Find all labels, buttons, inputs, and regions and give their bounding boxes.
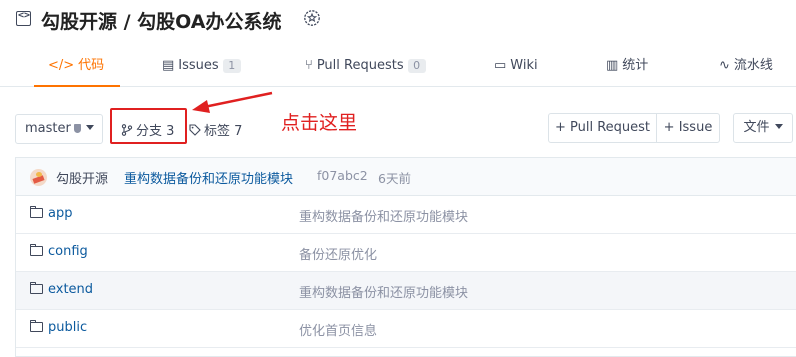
chevron-down-icon: [774, 124, 783, 129]
repo-tabs: </> 代码 ▤ Issues 1 ⑂ Pull Requests 0 ▭ Wiki ▥ 统计…: [0, 48, 796, 87]
folder-icon: [29, 282, 43, 294]
recommended-badge-icon: [304, 10, 320, 26]
file-table: 勾股开源 重构数据备份和还原功能模块 f07abc2 6天前 app 重构数据备…: [15, 157, 796, 357]
avatar[interactable]: [30, 169, 47, 186]
file-commit-message[interactable]: 重构数据备份和还原功能模块: [299, 282, 468, 301]
tab-code[interactable]: </> 代码: [33, 48, 121, 87]
code-icon: </>: [48, 58, 75, 73]
commit-time: 6天前: [378, 171, 411, 186]
stats-icon: ▥: [606, 58, 619, 73]
issues-count-badge: 1: [222, 59, 241, 73]
tab-wiki[interactable]: ▭ Wiki: [494, 48, 538, 85]
tab-pull-requests[interactable]: ⑂ Pull Requests 0: [305, 48, 426, 85]
tag-icon: [189, 124, 201, 136]
folder-icon: [29, 244, 43, 256]
tab-issues[interactable]: ▤ Issues 1: [162, 48, 241, 85]
latest-commit-bar: 勾股开源 重构数据备份和还原功能模块 f07abc2 6天前: [16, 158, 796, 196]
file-commit-message[interactable]: 重构数据备份和还原功能模块: [299, 206, 468, 225]
repo-title[interactable]: 勾股开源 / 勾股OA办公系统: [41, 7, 282, 34]
new-pull-request-button[interactable]: + Pull Request: [548, 113, 657, 143]
wiki-icon: ▭: [494, 58, 507, 73]
tags-link[interactable]: 标签 7: [189, 120, 242, 139]
table-row[interactable]: extend 重构数据备份和还原功能模块: [16, 272, 796, 310]
issues-icon: ▤: [162, 58, 175, 73]
table-row[interactable]: config 备份还原优化: [16, 234, 796, 272]
repo-header: <> 勾股开源 / 勾股OA办公系统: [0, 0, 796, 40]
branch-select[interactable]: master: [15, 114, 103, 144]
folder-icon: [29, 320, 43, 332]
commit-sha[interactable]: f07abc2: [317, 168, 368, 183]
file-commit-message[interactable]: 备份还原优化: [299, 244, 377, 263]
file-name[interactable]: config: [48, 244, 88, 259]
pull-request-icon: ⑂: [305, 58, 313, 73]
repository-icon: <>: [16, 10, 31, 26]
files-dropdown-button[interactable]: 文件: [733, 113, 793, 143]
annotation-highlight-box: [110, 108, 187, 144]
tab-pipeline[interactable]: ∿ 流水线: [719, 48, 773, 85]
file-commit-message[interactable]: 优化首页信息: [299, 320, 377, 339]
folder-icon: [29, 206, 43, 218]
file-name[interactable]: app: [48, 206, 72, 221]
table-row[interactable]: public 优化首页信息: [16, 310, 796, 348]
chevron-down-icon: [85, 125, 94, 130]
pull-requests-count-badge: 0: [407, 59, 426, 73]
file-name[interactable]: extend: [48, 282, 93, 297]
table-row[interactable]: app 重构数据备份和还原功能模块: [16, 196, 796, 234]
tab-stats[interactable]: ▥ 统计: [606, 48, 648, 85]
annotation-arrow-icon: [192, 91, 273, 113]
commit-message[interactable]: 重构数据备份和还原功能模块: [124, 168, 293, 187]
commit-author[interactable]: 勾股开源: [56, 168, 108, 187]
pipeline-icon: ∿: [719, 58, 730, 73]
file-name[interactable]: public: [48, 320, 87, 335]
annotation-text: 点击这里: [281, 112, 358, 134]
protected-branch-icon: [73, 124, 81, 133]
new-issue-button[interactable]: + Issue: [656, 113, 720, 143]
